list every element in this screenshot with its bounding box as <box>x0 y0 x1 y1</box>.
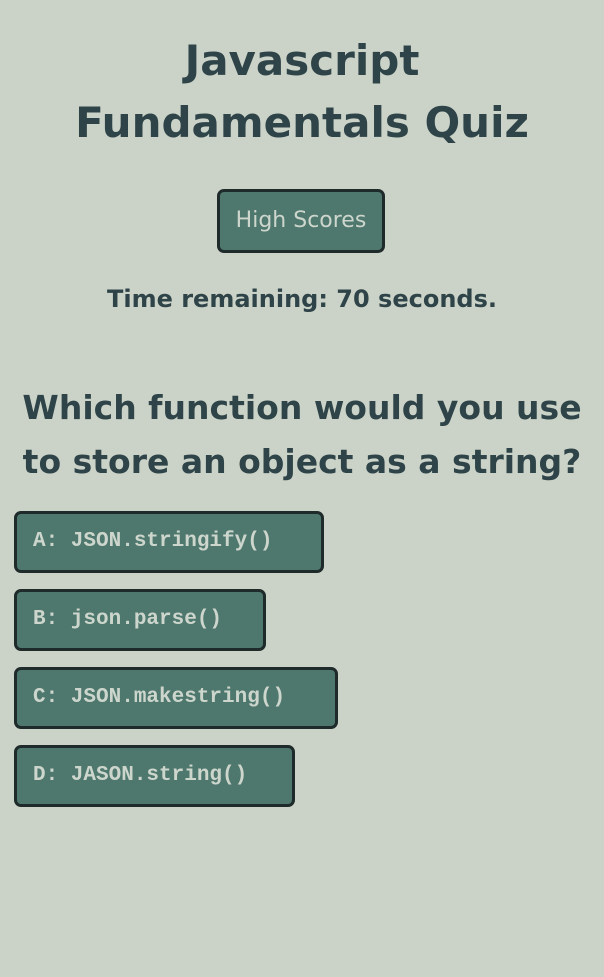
question-line-2: to store an object as a string? <box>22 442 582 481</box>
page-title: Javascript Fundamentals Quiz <box>0 30 604 154</box>
question-line-1: Which function would you use <box>22 388 582 427</box>
time-remaining: Time remaining: 70 seconds. <box>106 285 497 313</box>
answer-button-a[interactable]: A: JSON.stringify() <box>14 511 324 573</box>
answer-button-c[interactable]: C: JSON.makestring() <box>14 667 338 729</box>
high-scores-button[interactable]: High Scores <box>217 189 385 253</box>
answer-button-b[interactable]: B: json.parse() <box>14 589 266 651</box>
page-title-line-2: Fundamentals Quiz <box>75 98 529 147</box>
page-title-line-1: Javascript <box>184 36 420 85</box>
question-text: Which function would you use to store an… <box>0 381 604 489</box>
answer-button-d[interactable]: D: JASON.string() <box>14 745 295 807</box>
